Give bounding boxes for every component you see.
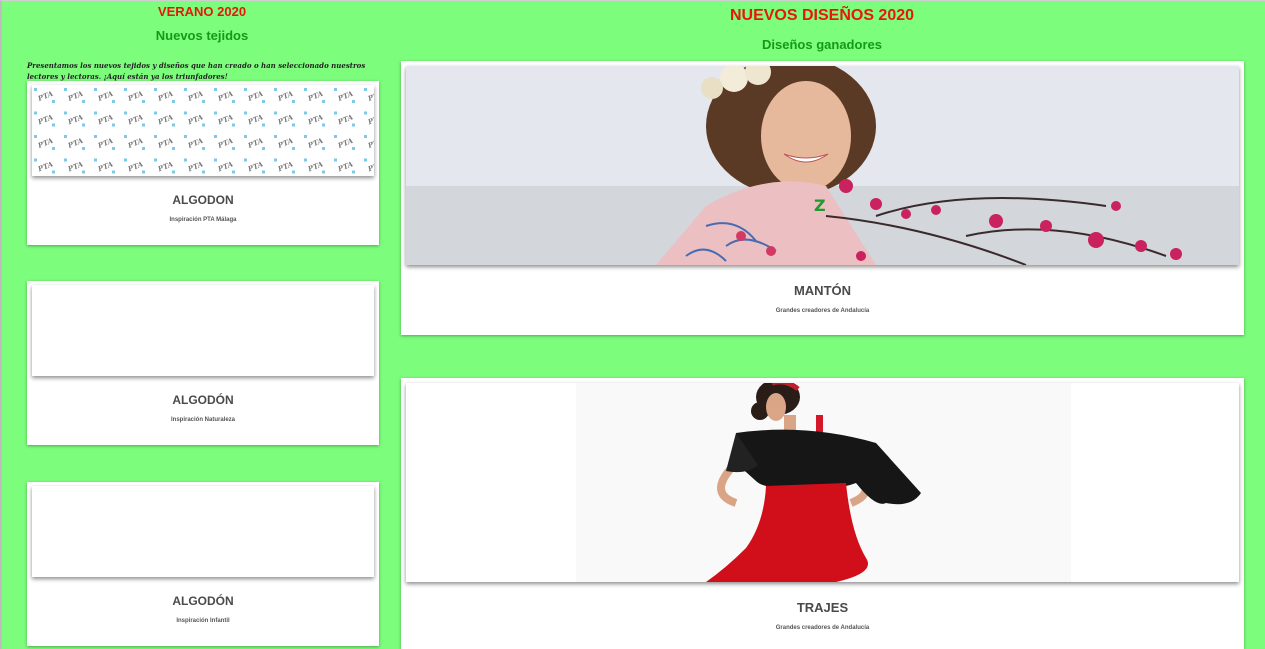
design-card-subtitle: Grandes creadores de Andalucía [775,308,870,314]
design-card-title: MANTÓN [793,283,852,298]
fabric-card-infantil[interactable]: ALGODÓN Inspiración Infantil [27,482,379,646]
left-section-title: VERANO 2020 [157,4,247,19]
svg-text:Z: Z [814,196,826,215]
design-card-subtitle: Grandes creadores de Andalucía [775,625,870,631]
design-card-title: TRAJES [796,600,849,615]
fabric-card-naturaleza[interactable]: ALGODÓN Inspiración Naturaleza [27,281,379,445]
manton-illustration: Z [406,66,1239,265]
design-card-trajes[interactable]: TRAJES Grandes creadores de Andalucía [401,378,1244,649]
fabric-card-pta[interactable]: PTA ALGODON Inspiración PTA Málaga [27,81,379,245]
green-dash-pattern [32,285,374,376]
fabric-image-infantil[interactable] [32,486,374,577]
fabric-card-title: ALGODÓN [172,393,234,407]
fabric-image-naturaleza[interactable] [32,285,374,376]
fabric-card-subtitle: Inspiración Infantil [176,618,230,624]
left-column: VERANO 2020 Nuevos tejidos Presentamos l… [0,0,400,649]
fabric-card-title: ALGODON [172,193,234,207]
manton-photo[interactable]: Z [406,66,1239,265]
left-section-subtitle: Nuevos tejidos [155,28,249,43]
right-section-subtitle: Diseños ganadores [762,37,882,52]
intro-text: Presentamos los nuevos tejidos y diseños… [27,61,366,81]
trajes-photo[interactable] [406,383,1239,582]
fabric-card-subtitle: Inspiración Naturaleza [170,417,236,423]
right-section-title: NUEVOS DISEÑOS 2020 [729,7,915,24]
fabric-image-pta[interactable]: PTA [32,85,374,176]
trajes-illustration [406,383,1239,582]
design-card-manton[interactable]: Z MANTÓN Grandes creadores de Andalucía [401,61,1244,335]
pta-pattern: PTA [32,85,374,176]
fabric-card-subtitle: Inspiración PTA Málaga [169,217,237,223]
fabric-card-title: ALGODÓN [172,594,234,608]
